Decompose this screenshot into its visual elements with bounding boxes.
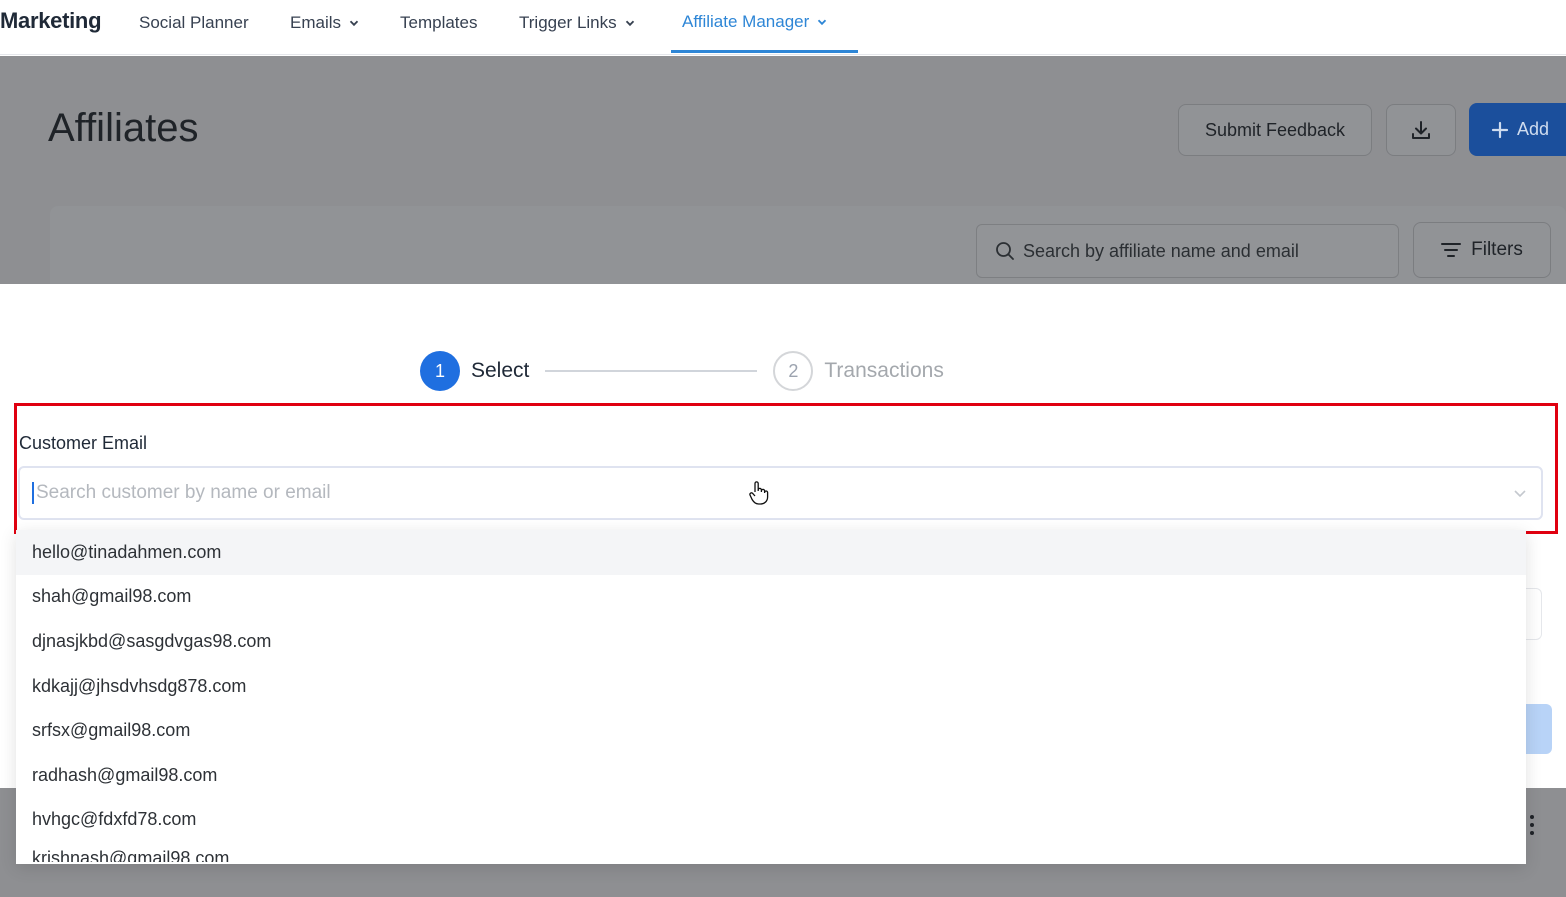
nav-item-label: Affiliate Manager: [682, 12, 810, 31]
step-label: Select: [471, 359, 530, 382]
dropdown-option[interactable]: kdkajj@jhsdvhsdg878.com: [16, 664, 1526, 709]
step-number: 2: [773, 351, 814, 391]
submit-feedback-button[interactable]: Submit Feedback: [1178, 104, 1372, 156]
top-nav: Marketing Social Planner Emails Template…: [0, 0, 1566, 55]
chevron-down-icon: [625, 20, 634, 27]
dropdown-option[interactable]: radhash@gmail98.com: [16, 753, 1526, 798]
nav-item-label: Emails: [290, 13, 342, 32]
search-placeholder: Search by affiliate name and email: [1023, 240, 1299, 261]
nav-item-label: Trigger Links: [519, 13, 617, 32]
dropdown-option[interactable]: shah@gmail98.com: [16, 575, 1526, 620]
more-options-icon[interactable]: [1530, 815, 1536, 839]
step-select: 1 Select: [420, 351, 529, 391]
customer-dropdown: hello@tinadahmen.com shah@gmail98.com dj…: [16, 530, 1526, 864]
filters-label: Filters: [1471, 239, 1523, 260]
download-icon: [1412, 121, 1430, 139]
customer-email-label: Customer Email: [19, 433, 148, 453]
page-title: Affiliates: [48, 106, 199, 150]
nav-item-label: Templates: [400, 13, 478, 32]
chevron-down-icon: [349, 20, 359, 27]
dropdown-option[interactable]: hvhgc@fdxfd78.com: [16, 798, 1526, 843]
filter-icon: [1441, 243, 1462, 257]
customer-email-select[interactable]: [18, 466, 1543, 520]
stepper: 1 Select 2 Transactions: [420, 351, 944, 391]
dropdown-option[interactable]: srfsx@gmail98.com: [16, 708, 1526, 753]
add-button-label: Add: [1517, 119, 1550, 139]
step-transactions: 2 Transactions: [773, 351, 944, 391]
search-icon: [996, 242, 1014, 260]
dropdown-option[interactable]: hello@tinadahmen.com: [16, 530, 1526, 575]
dropdown-option[interactable]: djnasjkbd@sasgdvgas98.com: [16, 619, 1526, 664]
nav-item-affiliate-manager[interactable]: Affiliate Manager: [682, 12, 827, 32]
step-connector: [545, 370, 758, 372]
hand-cursor-icon: [749, 481, 769, 505]
filters-button[interactable]: Filters: [1413, 222, 1551, 278]
affiliate-search-input[interactable]: Search by affiliate name and email: [976, 224, 1399, 278]
nav-item-label: Social Planner: [139, 13, 249, 32]
active-tab-indicator: [671, 50, 858, 53]
step-number: 1: [420, 351, 460, 391]
brand-title: Marketing: [0, 8, 102, 33]
download-button[interactable]: [1386, 104, 1456, 156]
add-affiliate-button[interactable]: Add: [1469, 103, 1566, 156]
chevron-down-icon[interactable]: [1513, 488, 1527, 498]
dropdown-option[interactable]: krishnash@gmail98.com: [16, 842, 1526, 862]
nav-item-templates[interactable]: Templates: [400, 13, 477, 33]
nav-item-emails[interactable]: Emails: [290, 13, 359, 33]
step-label: Transactions: [824, 359, 944, 382]
plus-icon: [1491, 121, 1509, 138]
customer-search-input[interactable]: [32, 482, 1432, 504]
nav-item-social-planner[interactable]: Social Planner: [139, 13, 249, 33]
chevron-down-icon: [818, 19, 827, 26]
nav-item-trigger-links[interactable]: Trigger Links: [519, 13, 635, 33]
